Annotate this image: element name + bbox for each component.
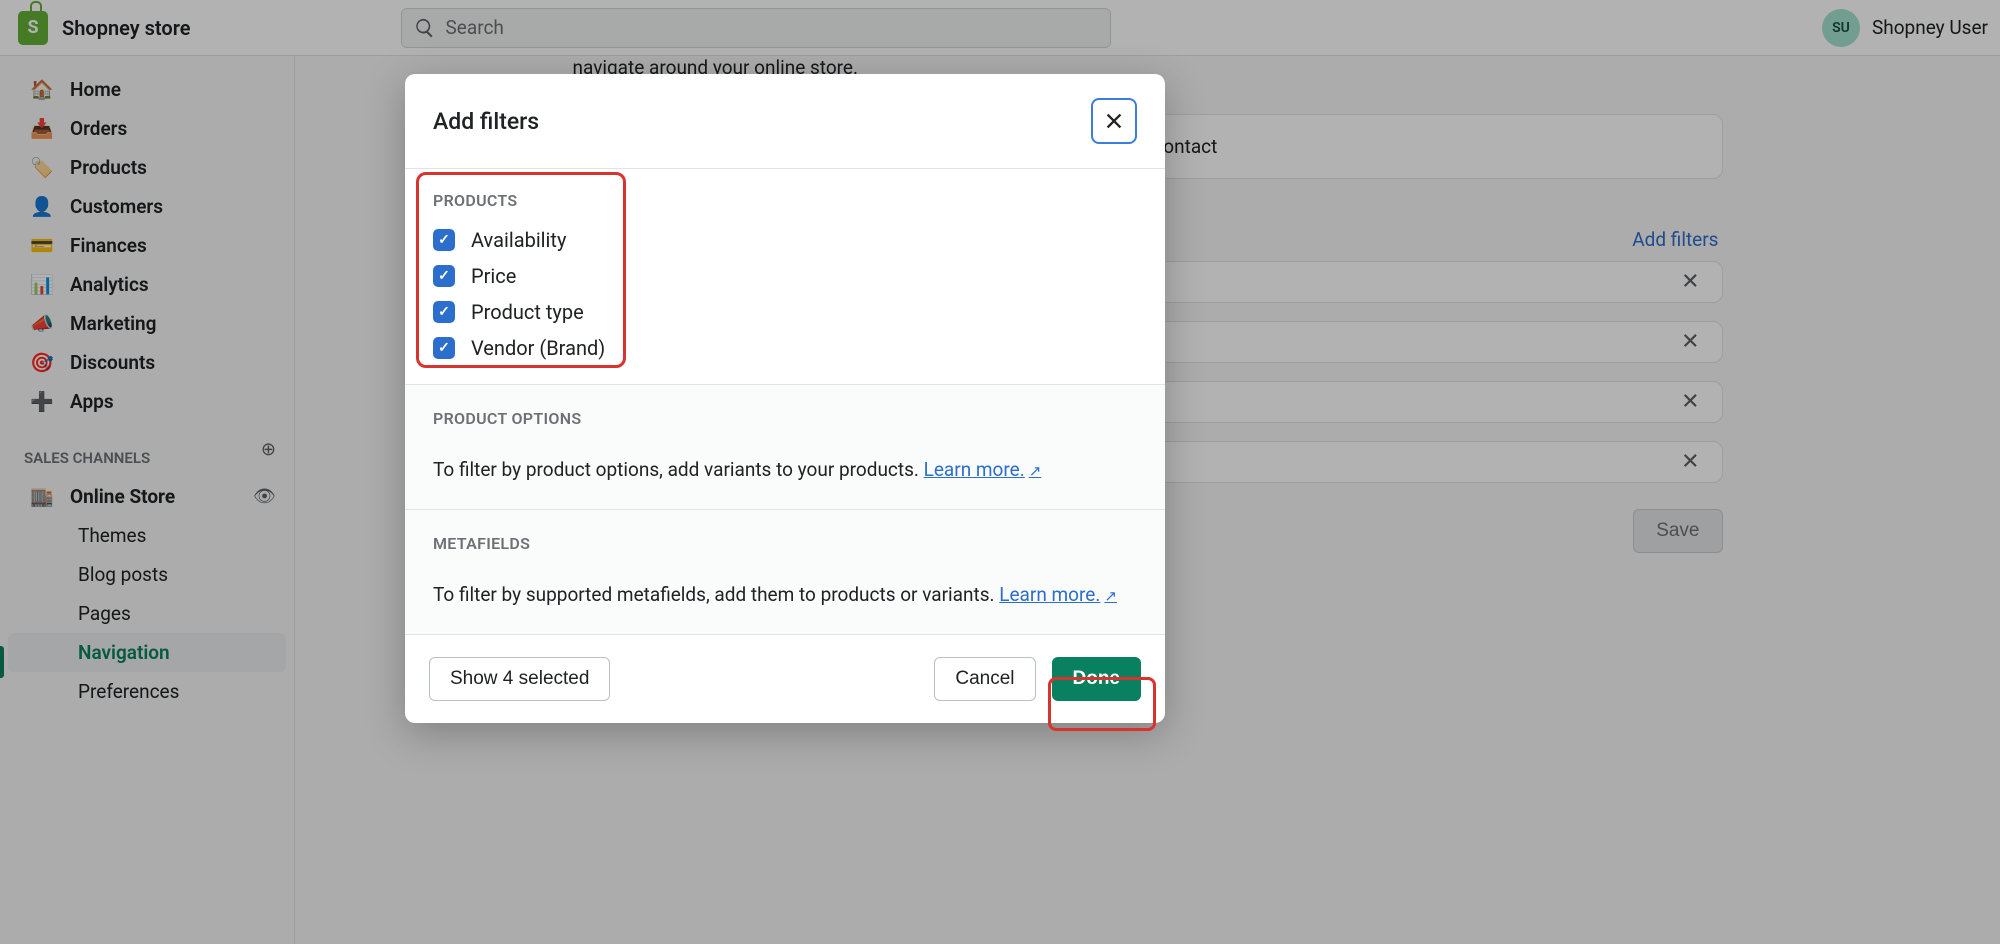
option-label: Vendor (Brand) — [471, 336, 605, 360]
modal-header: Add filters — [405, 74, 1165, 169]
checkbox-checked-icon: ✓ — [433, 229, 455, 251]
learn-more-link[interactable]: Learn more.↗ — [999, 583, 1117, 606]
info-text: To filter by supported metafields, add t… — [433, 583, 999, 606]
checkbox-checked-icon: ✓ — [433, 337, 455, 359]
button-label: Done — [1073, 668, 1121, 689]
close-icon — [1103, 110, 1125, 132]
filter-option-product-type[interactable]: ✓ Product type — [405, 294, 1165, 330]
group-product-options: PRODUCT OPTIONS To filter by product opt… — [405, 384, 1165, 509]
info-text: To filter by product options, add varian… — [433, 458, 924, 481]
button-label: Cancel — [955, 668, 1014, 689]
group-metafields: METAFIELDS To filter by supported metafi… — [405, 509, 1165, 634]
external-icon: ↗ — [1104, 587, 1117, 605]
checkbox-checked-icon: ✓ — [433, 301, 455, 323]
option-label: Availability — [471, 228, 566, 252]
filter-option-availability[interactable]: ✓ Availability — [405, 222, 1165, 258]
cancel-button[interactable]: Cancel — [934, 657, 1035, 701]
checkbox-checked-icon: ✓ — [433, 265, 455, 287]
option-label: Product type — [471, 300, 584, 324]
modal-body: PRODUCTS ✓ Availability ✓ Price ✓ Produc… — [405, 169, 1165, 634]
show-selected-button[interactable]: Show 4 selected — [429, 657, 610, 701]
link-label: Learn more. — [924, 458, 1025, 481]
group-metafields-title: METAFIELDS — [433, 510, 1137, 565]
close-button[interactable] — [1091, 98, 1137, 144]
modal-title: Add filters — [433, 108, 539, 135]
filter-option-vendor[interactable]: ✓ Vendor (Brand) — [405, 330, 1165, 366]
group-product-options-title: PRODUCT OPTIONS — [433, 385, 1137, 440]
learn-more-link[interactable]: Learn more.↗ — [924, 458, 1042, 481]
modal-footer: Show 4 selected Cancel Done — [405, 634, 1165, 723]
option-label: Price — [471, 264, 516, 288]
product-options-text: To filter by product options, add varian… — [433, 458, 1137, 481]
filter-option-price[interactable]: ✓ Price — [405, 258, 1165, 294]
link-label: Learn more. — [999, 583, 1100, 606]
done-button[interactable]: Done — [1052, 657, 1142, 701]
metafields-text: To filter by supported metafields, add t… — [433, 583, 1137, 606]
group-products-title: PRODUCTS — [405, 169, 1165, 222]
button-label: Show 4 selected — [450, 668, 589, 689]
add-filters-modal: Add filters PRODUCTS ✓ Availability ✓ Pr… — [405, 74, 1165, 723]
external-icon: ↗ — [1029, 462, 1042, 480]
